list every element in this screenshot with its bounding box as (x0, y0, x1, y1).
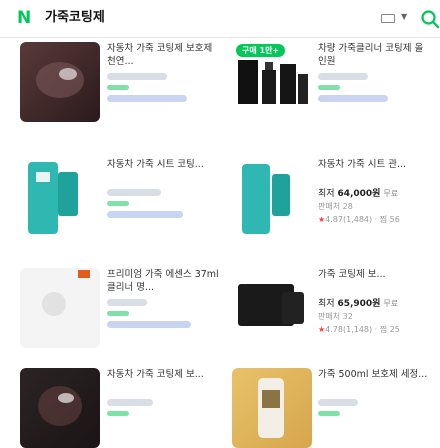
blurred-tag (107, 311, 129, 316)
product-card[interactable]: 자동차 가죽 코팅제 보... (0, 368, 220, 448)
blurred-price (318, 73, 368, 80)
product-thumbnail[interactable] (232, 368, 312, 448)
free-shipping: 무료 (383, 299, 399, 308)
blurred-tag (107, 411, 129, 416)
product-title[interactable]: 프리미엄 가죽 에센스 37ml 클리너 명... (107, 268, 219, 294)
blurred-meta (318, 95, 388, 102)
product-title[interactable]: 가죽 500ml 보호제 세정... (318, 368, 430, 394)
product-title[interactable]: 자동차 가죽 코팅제 보호제 천연... (107, 42, 219, 68)
seller-count: 판매처 32 (318, 312, 353, 321)
best-seller-badge: 구매 1만+ (236, 44, 286, 57)
product-thumbnail[interactable] (232, 158, 312, 238)
free-shipping: 무료 (383, 189, 399, 198)
product-title[interactable]: 자동차 가죽 코팅제 보... (107, 368, 219, 394)
product-image (36, 62, 84, 98)
blurred-tag (318, 85, 340, 90)
chevron-down-icon[interactable]: ▼ (401, 12, 407, 21)
blurred-price (107, 189, 161, 196)
product-card[interactable]: 자동차 가죽 시트 코팅... (0, 158, 220, 258)
product-thumbnail[interactable] (20, 268, 100, 348)
product-image (258, 378, 284, 438)
product-thumbnail[interactable] (20, 368, 100, 448)
product-image (42, 270, 90, 316)
blurred-meta (107, 321, 191, 328)
blurred-price (107, 299, 147, 306)
price: 최저 64,000원 무료 (318, 189, 399, 199)
search-query[interactable]: 가죽코팅제 (45, 9, 105, 27)
product-image (38, 386, 82, 426)
top-bar: N 가죽코팅제 ▼ (0, 0, 440, 38)
naver-logo[interactable]: N (17, 9, 35, 27)
product-card[interactable]: 가죽 코팅제 보... 최저 65,900원 무료 판매처 32 ★4.78(1… (220, 268, 440, 368)
blurred-tag (318, 411, 340, 416)
product-image (28, 162, 78, 234)
blurred-meta (107, 95, 187, 102)
product-card[interactable]: 구매 1만+ 차량 가죽클리너 코팅제 올인원 (220, 42, 440, 142)
rating: ★4.78(1,148) · 찜 25 (318, 325, 400, 334)
product-card[interactable]: 자동차 가죽 시트 관... 최저 64,000원 무료 판매처 28 ★4.8… (220, 158, 440, 258)
product-card[interactable]: 자동차 가죽 코팅제 보호제 천연... (0, 42, 220, 142)
product-title[interactable]: 자동차 가죽 시트 관... (318, 158, 430, 184)
product-thumbnail[interactable] (232, 268, 312, 348)
product-title[interactable]: 가죽 코팅제 보... (318, 268, 430, 294)
product-image (238, 284, 304, 326)
price: 최저 65,900원 무료 (318, 299, 399, 309)
product-card[interactable]: 가죽 500ml 보호제 세정... (220, 368, 440, 448)
keyboard-icon[interactable] (381, 14, 395, 23)
product-title[interactable]: 자동차 가죽 시트 코팅... (107, 158, 219, 184)
blurred-tag (107, 85, 129, 90)
product-image (242, 164, 290, 234)
blurred-tag (107, 201, 129, 206)
product-thumbnail[interactable] (20, 42, 100, 122)
search-icon[interactable] (420, 9, 440, 29)
blurred-price (318, 399, 358, 406)
blurred-meta (107, 211, 183, 218)
blurred-price (107, 399, 153, 406)
blurred-price (107, 73, 167, 80)
product-title[interactable]: 차량 가죽클리너 코팅제 올인원 (318, 42, 430, 68)
rating: ★4.87(1,484) · 찜 56 (318, 215, 400, 224)
seller-count: 판매처 28 (318, 202, 353, 211)
product-card[interactable]: 프리미엄 가죽 에센스 37ml 클리너 명... (0, 268, 220, 368)
product-thumbnail[interactable] (20, 158, 100, 238)
